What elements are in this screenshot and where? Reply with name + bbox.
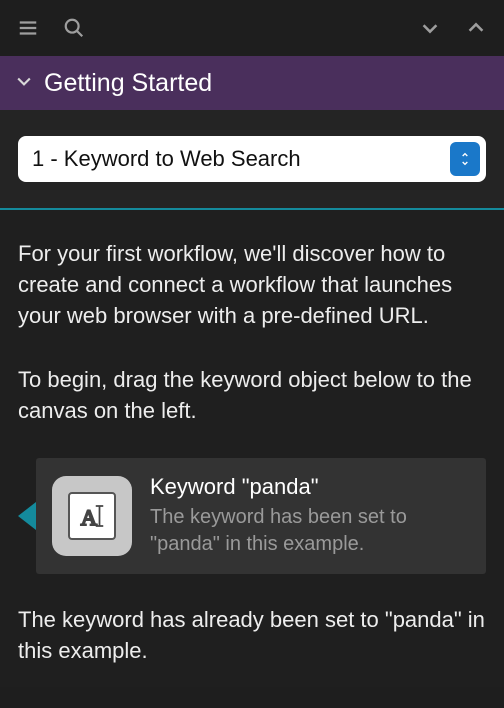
workflow-select[interactable]: 1 - Keyword to Web Search (18, 136, 486, 182)
chevron-down-icon[interactable] (416, 14, 444, 42)
content-area: For your first workflow, we'll discover … (0, 210, 504, 687)
keyword-object-card[interactable]: A Keyword "panda" The keyword has been s… (36, 458, 486, 574)
section-collapse-icon (14, 71, 34, 96)
search-icon[interactable] (60, 14, 88, 42)
intro-paragraph-1: For your first workflow, we'll discover … (18, 238, 486, 332)
keyword-object-title: Keyword "panda" (150, 474, 468, 500)
select-stepper-icon[interactable] (450, 142, 480, 176)
section-title: Getting Started (44, 69, 212, 98)
keyword-object-icon: A (52, 476, 132, 556)
intro-paragraph-3: The keyword has already been set to "pan… (18, 604, 486, 666)
workflow-select-label: 1 - Keyword to Web Search (32, 146, 440, 172)
toolbar (0, 0, 504, 56)
keyword-object-row: A Keyword "panda" The keyword has been s… (18, 458, 486, 574)
drag-arrow-icon (18, 502, 36, 530)
workflow-select-area: 1 - Keyword to Web Search (0, 110, 504, 210)
intro-paragraph-2: To begin, drag the keyword object below … (18, 364, 486, 426)
svg-text:A: A (81, 505, 98, 530)
keyword-object-text: Keyword "panda" The keyword has been set… (150, 474, 468, 558)
keyword-object-subtitle: The keyword has been set to "panda" in t… (150, 504, 468, 558)
menu-icon[interactable] (14, 14, 42, 42)
text-cursor-icon: A (68, 492, 116, 540)
section-header[interactable]: Getting Started (0, 56, 504, 110)
chevron-up-icon[interactable] (462, 14, 490, 42)
